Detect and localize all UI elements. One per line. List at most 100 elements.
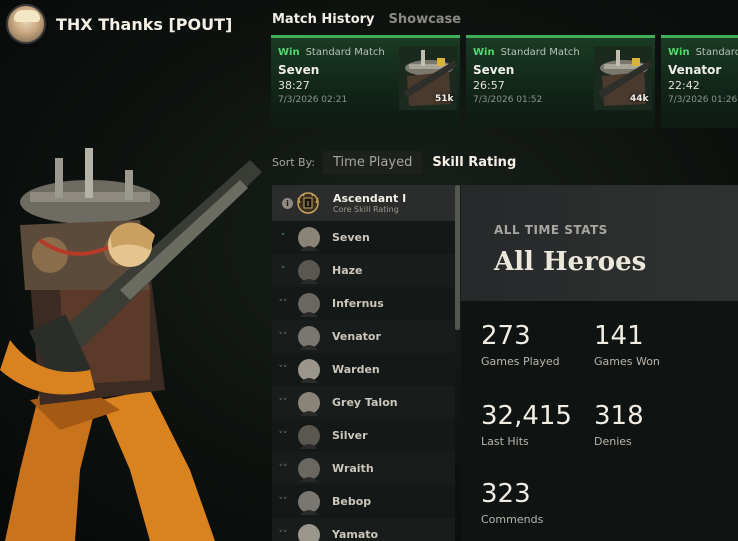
hero-row[interactable]: ˅˅ Silver xyxy=(272,419,455,452)
match-card-header: Win Standard Match xyxy=(668,47,738,58)
profile-header: THX Thanks [POUT] xyxy=(6,4,232,44)
top-tabs: Match History Showcase xyxy=(272,12,461,27)
stat-label: Games Won xyxy=(594,355,660,368)
match-card-header: Win Standard Match xyxy=(473,47,580,58)
match-hero: Seven xyxy=(278,63,320,77)
stat-games-won: 141 Games Won xyxy=(594,321,660,368)
match-date: 7/3/2026 01:26 xyxy=(668,95,738,105)
hero-name: Bebop xyxy=(332,495,372,508)
stat-value: 32,415 xyxy=(481,401,572,431)
hero-row[interactable]: ˅˅ Wraith xyxy=(272,452,455,485)
avatar[interactable] xyxy=(6,4,46,44)
hero-portrait-icon xyxy=(298,490,320,515)
stats-kicker: ALL TIME STATS xyxy=(494,223,608,237)
sort-time-played-button[interactable]: Time Played xyxy=(323,151,423,174)
stat-label: Commends xyxy=(481,513,544,526)
rank-badge-icon: I xyxy=(297,192,319,214)
souls-badge: 44k xyxy=(630,94,649,104)
hero-row[interactable]: ˄ Haze xyxy=(272,254,455,287)
chevron-up-icon: ˄ xyxy=(280,232,286,243)
match-duration: 22:42 xyxy=(668,79,700,92)
tab-showcase[interactable]: Showcase xyxy=(389,12,462,27)
hero-row[interactable]: ˅˅ Grey Talon xyxy=(272,386,455,419)
tab-match-history[interactable]: Match History xyxy=(272,12,375,27)
stat-value: 141 xyxy=(594,321,644,351)
chevron-down-icon: ˅˅ xyxy=(278,298,288,309)
chevron-down-icon: ˅˅ xyxy=(278,463,288,474)
stat-label: Denies xyxy=(594,435,632,448)
rank-summary[interactable]: i I Ascendant I Core Skill Rating xyxy=(272,185,455,221)
hero-list-scrollbar[interactable] xyxy=(455,185,460,330)
stat-label: Last Hits xyxy=(481,435,529,448)
rank-text: Ascendant I Core Skill Rating xyxy=(333,192,406,214)
hero-row[interactable]: ˅˅ Bebop xyxy=(272,485,455,518)
match-duration: 26:57 xyxy=(473,79,505,92)
match-date: 7/3/2026 02:21 xyxy=(278,95,348,105)
chevron-down-icon: ˅˅ xyxy=(278,529,288,540)
hero-name: Venator xyxy=(332,330,381,343)
stats-title: All Heroes xyxy=(494,247,647,277)
match-duration: 38:27 xyxy=(278,79,310,92)
hero-list: i I Ascendant I Core Skill Rating ˄ Seven… xyxy=(272,185,455,541)
hero-row[interactable]: ˄ Seven xyxy=(272,221,455,254)
stats-body: 273 Games Played 141 Games Won 32,415 La… xyxy=(461,301,738,541)
hero-artwork xyxy=(0,148,262,541)
chevron-down-icon: ˅˅ xyxy=(278,430,288,441)
hero-portrait-icon xyxy=(298,292,320,317)
chevron-down-icon: ˅˅ xyxy=(278,364,288,375)
stat-value: 273 xyxy=(481,321,531,351)
stat-games-played: 273 Games Played xyxy=(481,321,560,368)
hero-rows: ˄ Seven ˄ Haze ˅˅ Infernus ˅˅ Venator ˅˅ Warden ˅˅… xyxy=(272,221,455,541)
stat-value: 323 xyxy=(481,479,531,509)
hero-row[interactable]: ˅˅ Infernus xyxy=(272,287,455,320)
hero-name: Yamato xyxy=(332,528,379,541)
hero-name: Seven xyxy=(332,231,370,244)
stat-value: 318 xyxy=(594,401,644,431)
match-card[interactable]: Win Standard Match Seven 26:57 7/3/2026 0… xyxy=(466,35,655,128)
match-mode: Standard Match xyxy=(695,47,738,58)
hero-portrait-icon xyxy=(298,391,320,416)
match-hero: Seven xyxy=(473,63,515,77)
chevron-up-icon: ˄ xyxy=(280,265,286,276)
hero-name: Warden xyxy=(332,363,380,376)
hero-name: Grey Talon xyxy=(332,396,398,409)
sort-label: Sort By: xyxy=(272,156,316,169)
match-card[interactable]: Win Standard Match Venator 22:42 7/3/2026… xyxy=(661,35,738,128)
match-mode: Standard Match xyxy=(500,47,580,58)
rank-name: Ascendant I xyxy=(333,192,407,205)
match-history-list: Win Standard Match Seven 38:27 7/3/2026 0… xyxy=(271,35,738,129)
profile-page: THX Thanks [POUT] Match History Showcase xyxy=(0,0,738,541)
hero-name: Haze xyxy=(332,264,363,277)
souls-badge: 51k xyxy=(435,94,454,104)
match-card-header: Win Standard Match xyxy=(278,47,385,58)
rank-numeral: I xyxy=(307,200,309,208)
hero-portrait-icon xyxy=(298,325,320,350)
hero-row[interactable]: ˅˅ Yamato xyxy=(272,518,455,541)
chevron-down-icon: ˅˅ xyxy=(278,496,288,507)
chevron-down-icon: ˅˅ xyxy=(278,397,288,408)
match-mode: Standard Match xyxy=(305,47,385,58)
hero-portrait-icon xyxy=(298,523,320,541)
match-result: Win xyxy=(473,47,495,58)
stat-label: Games Played xyxy=(481,355,560,368)
sort-skill-rating-button[interactable]: Skill Rating xyxy=(422,151,526,174)
match-result: Win xyxy=(668,47,690,58)
hero-name: Wraith xyxy=(332,462,374,475)
hero-portrait-icon xyxy=(298,358,320,383)
hero-portrait-icon xyxy=(298,259,320,284)
hero-portrait-icon xyxy=(298,226,320,251)
chevron-down-icon: ˅˅ xyxy=(278,331,288,342)
stat-commends: 323 Commends xyxy=(481,479,543,526)
info-icon[interactable]: i xyxy=(282,197,293,209)
match-card[interactable]: Win Standard Match Seven 38:27 7/3/2026 0… xyxy=(271,35,460,128)
match-result: Win xyxy=(278,47,300,58)
stat-last-hits: 32,415 Last Hits xyxy=(481,401,572,448)
hero-name: Infernus xyxy=(332,297,384,310)
rank-subtitle: Core Skill Rating xyxy=(333,205,399,214)
hero-row[interactable]: ˅˅ Venator xyxy=(272,320,455,353)
hero-portrait-icon xyxy=(298,424,320,449)
match-date: 7/3/2026 01:52 xyxy=(473,95,543,105)
hero-row[interactable]: ˅˅ Warden xyxy=(272,353,455,386)
stat-denies: 318 Denies xyxy=(594,401,644,448)
username: THX Thanks [POUT] xyxy=(56,14,233,34)
